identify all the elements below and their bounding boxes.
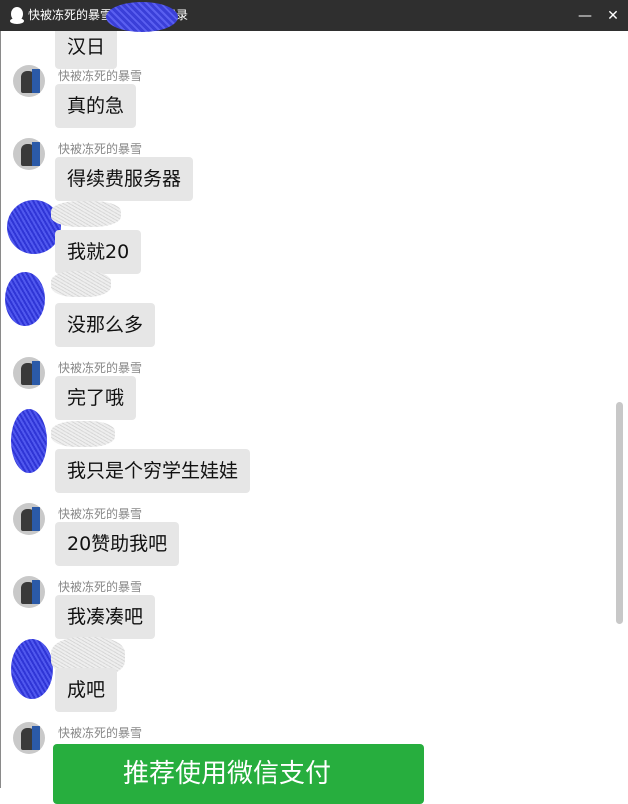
contact-avatar[interactable] bbox=[13, 576, 45, 608]
my-avatar-redacted[interactable] bbox=[5, 272, 45, 326]
message-bubble: 没那么多 bbox=[55, 303, 156, 347]
my-name-redacted bbox=[51, 271, 111, 297]
redaction-mark bbox=[106, 2, 178, 32]
window-titlebar: 快被冻死的暴雪天记录 — ✕ bbox=[0, 0, 628, 32]
message-bubble: 我就20 bbox=[55, 230, 142, 274]
scrollbar-thumb[interactable] bbox=[616, 402, 623, 624]
message-bubble: 我只是个穷学生娃娃 bbox=[55, 449, 251, 493]
sender-name: 快被冻死的暴雪 bbox=[58, 507, 143, 521]
my-avatar-redacted[interactable] bbox=[11, 409, 47, 473]
my-name-redacted bbox=[51, 201, 121, 227]
sender-name: 快被冻死的暴雪 bbox=[58, 726, 143, 740]
contact-avatar[interactable] bbox=[13, 357, 45, 389]
my-name-redacted bbox=[51, 421, 115, 447]
sender-name: 快被冻死的暴雪 bbox=[58, 69, 143, 83]
message-bubble: 汉日 bbox=[55, 31, 118, 69]
message-bubble: 成吧 bbox=[55, 668, 118, 712]
minimize-button[interactable]: — bbox=[574, 5, 596, 27]
chat-history[interactable]: 汉日 快被冻死的暴雪 真的急 快被冻死的暴雪 得续费服务器 我就20 没那么多 … bbox=[0, 31, 628, 788]
message-bubble: 我凑凑吧 bbox=[55, 595, 156, 639]
message-bubble: 得续费服务器 bbox=[55, 157, 194, 201]
wechat-payment-card[interactable]: 推荐使用微信支付 bbox=[53, 744, 424, 804]
sender-name: 快被冻死的暴雪 bbox=[58, 361, 143, 375]
close-button[interactable]: ✕ bbox=[602, 5, 624, 27]
sender-name: 快被冻死的暴雪 bbox=[58, 142, 143, 156]
message-bubble: 20赞助我吧 bbox=[55, 522, 180, 566]
contact-avatar[interactable] bbox=[13, 722, 45, 754]
sender-name: 快被冻死的暴雪 bbox=[58, 580, 143, 594]
contact-avatar[interactable] bbox=[13, 65, 45, 97]
my-avatar-redacted[interactable] bbox=[11, 639, 53, 699]
message-bubble: 真的急 bbox=[55, 84, 137, 128]
qq-penguin-icon bbox=[10, 7, 24, 24]
message-bubble: 完了哦 bbox=[55, 376, 137, 420]
contact-avatar[interactable] bbox=[13, 138, 45, 170]
contact-avatar[interactable] bbox=[13, 503, 45, 535]
